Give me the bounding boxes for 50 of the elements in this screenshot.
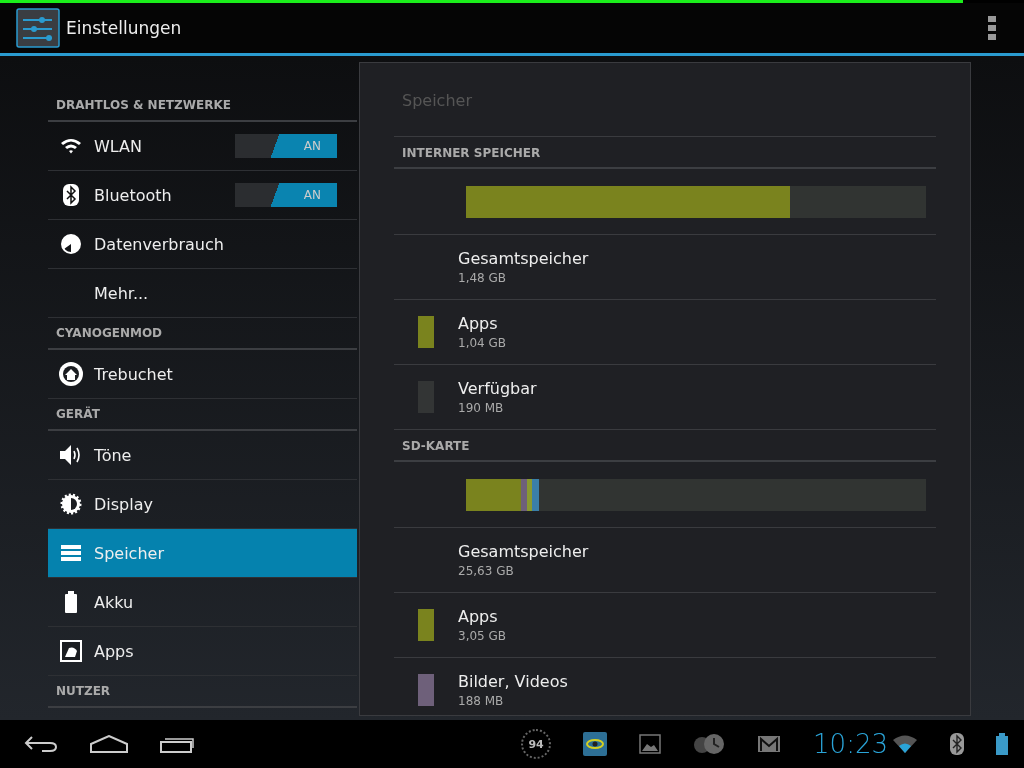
storage-label: Verfügbar [458,379,537,398]
storage-value: 3,05 GB [458,629,507,643]
overflow-menu-icon[interactable] [988,16,996,40]
section-header: INTERNER SPEICHER [394,137,936,169]
storage-label: Gesamtspeicher [458,249,589,268]
clock: 10:23 [813,729,888,759]
storage-value: 1,48 GB [458,271,508,285]
back-icon[interactable] [24,735,58,753]
speaker-icon [59,444,83,466]
settings-item[interactable]: Akku [48,578,357,627]
brightness-icon [60,493,82,515]
window-title: Einstellungen [66,18,183,38]
home-icon[interactable] [90,735,128,753]
storage-value: 188 MB [458,694,505,708]
bluetooth-icon [63,184,79,206]
storage-icon [61,545,81,561]
storage-value: 25,63 GB [458,564,515,578]
section-header: NUTZER [48,676,357,708]
section-header: SD-KARTE [394,430,936,462]
storage-value: 1,04 GB [458,336,507,350]
pie-chart-icon [60,233,82,255]
bluetooth-icon [950,733,964,755]
settings-item[interactable]: Speicher [48,529,357,578]
settings-item[interactable]: Bluetooth AN [48,171,357,220]
eye-icon[interactable] [583,732,608,756]
house-icon [58,361,84,387]
wifi-signal-icon [892,735,918,753]
battery-icon [996,733,1008,755]
section-header: CYANOGENMOD [48,318,357,350]
wifi-icon [60,138,82,154]
recent-apps-icon[interactable] [160,735,194,753]
section-header: DRAHTLOS & NETZWERKE [48,90,357,122]
settings-item[interactable]: Töne [48,431,357,480]
clock-icon[interactable] [693,733,726,755]
settings-item[interactable]: Trebuchet [48,350,357,399]
storage-label: Gesamtspeicher [458,542,589,561]
battery-icon [65,591,77,613]
storage-label: Apps [458,607,499,626]
mail-icon[interactable] [757,735,782,753]
settings-item[interactable]: Mehr... [48,269,357,318]
sliders-icon[interactable] [16,8,60,48]
settings-item[interactable]: Datenverbrauch [48,220,357,269]
settings-item[interactable]: Apps [48,627,357,676]
notification-badge[interactable]: 94 [521,729,552,759]
image-icon[interactable] [639,734,662,754]
section-header: GERÄT [48,399,357,431]
storage-label: Apps [458,314,499,333]
storage-label: Bilder, Videos [458,672,568,691]
settings-item[interactable]: WLAN AN [48,122,357,171]
storage-value: 190 MB [458,401,505,415]
